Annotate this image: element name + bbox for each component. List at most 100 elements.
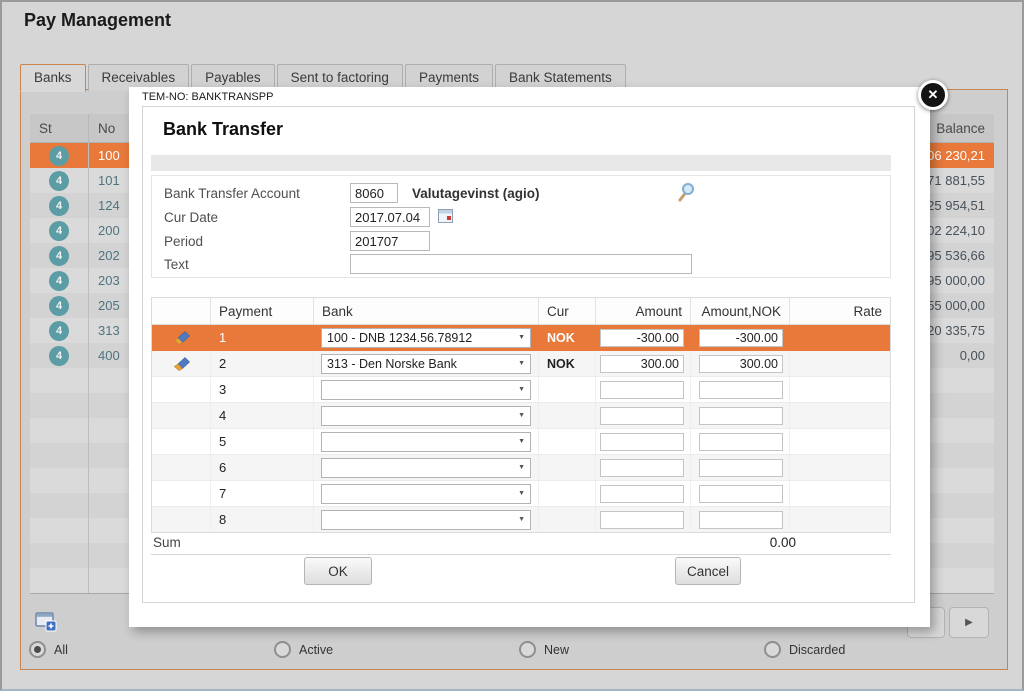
amount-input[interactable] <box>600 381 684 399</box>
bank-cell: 313 - Den Norske Bank▼ <box>313 351 538 376</box>
currency-cell <box>538 481 595 506</box>
text-label: Text <box>164 257 344 272</box>
payment-number-cell: 4 <box>210 403 313 428</box>
rate-cell <box>789 351 890 376</box>
bank-status-cell: 4 <box>30 218 88 243</box>
bank-select[interactable]: 313 - Den Norske Bank▼ <box>321 354 531 374</box>
bank-status-cell: 4 <box>30 343 88 368</box>
amount-input[interactable] <box>600 407 684 425</box>
transfer-row-icon-cell <box>152 455 210 480</box>
transfer-row-icon-cell <box>152 377 210 402</box>
add-record-button[interactable] <box>35 612 59 633</box>
rate-cell <box>789 325 890 350</box>
payment-number-cell: 8 <box>210 507 313 532</box>
transfer-row[interactable]: 1 100 - DNB 1234.56.78912▼ NOK <box>152 325 890 351</box>
pager-next-button[interactable]: ▶ <box>949 607 989 638</box>
bank-cell: ▼ <box>313 455 538 480</box>
amount-nok-cell <box>690 429 789 454</box>
radio-new[interactable]: New <box>519 641 764 658</box>
account-name-text: Valutagevinst (agio) <box>412 186 540 201</box>
status-badge: 4 <box>49 271 69 291</box>
transfer-row[interactable]: 3▼ <box>152 377 890 403</box>
radio-discarded[interactable]: Discarded <box>764 641 1009 658</box>
bank-status-cell <box>30 418 88 443</box>
column-header-st[interactable]: St <box>30 121 88 136</box>
bank-status-cell: 4 <box>30 168 88 193</box>
close-icon: ✕ <box>928 87 939 103</box>
payment-number-cell: 5 <box>210 429 313 454</box>
bank-select[interactable]: 100 - DNB 1234.56.78912▼ <box>321 328 531 348</box>
account-label: Bank Transfer Account <box>164 186 344 201</box>
amount-nok-cell <box>690 507 789 532</box>
payment-number-cell: 7 <box>210 481 313 506</box>
amount-input[interactable] <box>600 329 684 347</box>
page-title: Pay Management <box>24 10 171 31</box>
radio-discarded-circle <box>764 641 781 658</box>
amount-input[interactable] <box>600 433 684 451</box>
clear-row-brush-icon <box>172 356 191 371</box>
bank-cell: ▼ <box>313 481 538 506</box>
account-lookup-button[interactable] <box>676 182 696 209</box>
column-header-rate: Rate <box>789 298 890 324</box>
transfer-row-icon-cell <box>152 403 210 428</box>
bank-cell: ▼ <box>313 429 538 454</box>
amount-nok-cell <box>690 351 789 376</box>
amount-input[interactable] <box>600 355 684 373</box>
amount-nok-input[interactable] <box>699 459 783 477</box>
transfer-row[interactable]: 5▼ <box>152 429 890 455</box>
column-header-payment: Payment <box>210 298 313 324</box>
amount-input[interactable] <box>600 511 684 529</box>
transfer-row[interactable]: 7▼ <box>152 481 890 507</box>
rate-cell <box>789 455 890 480</box>
status-badge: 4 <box>49 146 69 166</box>
transfer-row[interactable]: 6▼ <box>152 455 890 481</box>
amount-nok-input[interactable] <box>699 381 783 399</box>
period-input[interactable] <box>350 231 430 251</box>
bank-select[interactable]: ▼ <box>321 484 531 504</box>
transfer-row[interactable]: 8▼ <box>152 507 890 532</box>
amount-input[interactable] <box>600 459 684 477</box>
amount-nok-input[interactable] <box>699 355 783 373</box>
amount-nok-input[interactable] <box>699 433 783 451</box>
bank-select[interactable]: ▼ <box>321 380 531 400</box>
amount-input[interactable] <box>600 485 684 503</box>
currency-cell <box>538 403 595 428</box>
bank-select[interactable]: ▼ <box>321 406 531 426</box>
status-filter-bar: All Active New Discarded <box>29 641 1009 658</box>
ok-button[interactable]: OK <box>304 557 372 585</box>
amount-nok-input[interactable] <box>699 329 783 347</box>
tab-banks[interactable]: Banks <box>20 64 86 92</box>
radio-all[interactable]: All <box>29 641 274 658</box>
transfer-row[interactable]: 4▼ <box>152 403 890 429</box>
currency-cell: NOK <box>538 325 595 350</box>
amount-cell <box>595 377 690 402</box>
search-icon <box>676 182 696 204</box>
transfer-row-icon-cell <box>152 351 210 376</box>
text-input[interactable] <box>350 254 692 274</box>
bank-select-value: 313 - Den Norske Bank <box>327 357 457 371</box>
date-picker-button[interactable] <box>438 209 453 228</box>
account-input[interactable] <box>350 183 398 203</box>
cancel-button[interactable]: Cancel <box>675 557 741 585</box>
dialog-title: Bank Transfer <box>163 119 283 140</box>
radio-active[interactable]: Active <box>274 641 519 658</box>
chevron-down-icon: ▼ <box>518 412 525 419</box>
transfer-row-icon-cell <box>152 481 210 506</box>
transfer-row[interactable]: 2313 - Den Norske Bank▼NOK <box>152 351 890 377</box>
bank-select[interactable]: ▼ <box>321 458 531 478</box>
payment-number-cell: 1 <box>210 325 313 350</box>
amount-nok-input[interactable] <box>699 407 783 425</box>
column-header-amount-nok: Amount,NOK <box>690 298 789 324</box>
close-button[interactable]: ✕ <box>918 80 948 110</box>
bank-select[interactable]: ▼ <box>321 510 531 530</box>
bank-status-cell: 4 <box>30 268 88 293</box>
amount-nok-input[interactable] <box>699 511 783 529</box>
radio-all-label: All <box>54 643 68 657</box>
chevron-down-icon: ▼ <box>518 386 525 393</box>
bank-select[interactable]: ▼ <box>321 432 531 452</box>
bank-status-cell <box>30 543 88 568</box>
payment-number-cell: 3 <box>210 377 313 402</box>
amount-nok-input[interactable] <box>699 485 783 503</box>
cur-date-input[interactable] <box>350 207 430 227</box>
bank-status-cell: 4 <box>30 293 88 318</box>
